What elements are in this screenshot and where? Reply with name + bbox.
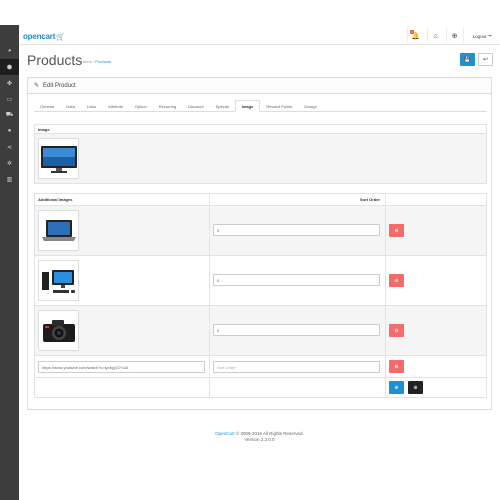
shopping-cart-icon[interactable]: ⛟ [0, 107, 19, 123]
sort-order-column: Sort Order [210, 194, 386, 205]
home-icon[interactable]: ⌂ [427, 27, 443, 45]
panel-heading: ✎ Edit Product [28, 78, 491, 94]
tab-attribute[interactable]: Attribute [102, 100, 129, 112]
main-image-row [34, 134, 487, 184]
top-header: ☰ opencart🛒 9🔔 ⌂ ⊕ Logout ⇥ [0, 0, 500, 45]
opencart-link[interactable]: OpenCart [215, 431, 235, 436]
table-row: 0 ⊖ [35, 306, 486, 356]
table-row: 0 ⊖ [35, 206, 486, 256]
additional-images-header: Additional Images Sort Order [35, 194, 486, 206]
laptop-image [41, 219, 76, 241]
bar-chart-icon[interactable]: ▥ [0, 171, 19, 187]
monitor-image [40, 145, 77, 173]
add-buttons-row: ⊕ ⊕ [35, 378, 486, 397]
video-sort-order-input[interactable]: Sort Order [213, 361, 380, 373]
video-url-input[interactable]: https://www.youtube.com/watch?v=lyoKjy0Z… [38, 361, 205, 373]
minus-circle-icon: ⊖ [394, 363, 399, 370]
logo-cart-icon: 🛒 [56, 34, 65, 41]
desktop-pc-image [41, 269, 75, 293]
tab-discount[interactable]: Discount [182, 100, 210, 112]
breadcrumb-separator: › [92, 59, 95, 64]
plus-circle-icon: ⊕ [394, 384, 399, 391]
reply-icon: ↩ [482, 57, 489, 63]
cog-icon[interactable]: ✲ [0, 155, 19, 171]
tab-design[interactable]: Design [298, 100, 322, 112]
dashboard-icon[interactable]: ◕ [0, 43, 19, 59]
tab-data[interactable]: Data [60, 100, 80, 112]
sort-order-input[interactable]: 0 [213, 274, 380, 286]
footer: OpenCart © 2009-2016 All Rights Reserved… [19, 431, 500, 443]
help-lifebuoy-icon[interactable]: ⊕ [446, 27, 462, 45]
remove-image-button[interactable]: ⊖ [389, 324, 404, 337]
camera-image [42, 319, 75, 342]
sidebar: ◕ ⬢ ✤ ▭ ⛟ ● ⋖ ✲ ▥ [0, 25, 19, 500]
tab-image[interactable]: Image [234, 100, 261, 112]
page-title: Products [27, 52, 83, 68]
opencart-logo[interactable]: opencart🛒 [23, 32, 65, 41]
sort-order-input[interactable]: 0 [213, 324, 380, 336]
additional-images-column: Additional Images [35, 194, 210, 205]
notifications-bell-icon[interactable]: 9 🔔 [407, 27, 423, 45]
sort-order-input[interactable]: 0 [213, 224, 380, 236]
minus-circle-icon: ⊖ [394, 227, 399, 234]
tab-special[interactable]: Special [210, 100, 235, 112]
logout-button[interactable]: Logout ⇥ [463, 27, 500, 45]
laptop-image-thumbnail[interactable] [38, 210, 79, 251]
copyright-text: © 2009-2016 All Rights Reserved. [235, 431, 304, 436]
pencil-icon: ✎ [34, 83, 40, 89]
minus-circle-icon: ⊖ [394, 327, 399, 334]
alert-count-badge: 9 [410, 30, 414, 34]
add-image-button[interactable]: ⊕ [389, 381, 404, 394]
puzzle-icon[interactable]: ✤ [0, 75, 19, 91]
save-icon: 💾 [464, 56, 471, 63]
product-tabs: General Data Links Attribute Option Recurring… [34, 100, 487, 112]
image-column-header: Image [34, 124, 487, 134]
tab-reward-points[interactable]: Reward Points [260, 100, 298, 112]
save-button[interactable]: 💾 [460, 53, 475, 66]
video-row: https://www.youtube.com/watch?v=lyoKjy0Z… [35, 356, 486, 378]
panel-heading-title: Edit Product [43, 82, 76, 89]
minus-circle-icon: ⊖ [394, 277, 399, 284]
desktop-image-thumbnail[interactable] [38, 260, 79, 301]
tab-option[interactable]: Option [129, 100, 153, 112]
tags-icon[interactable]: ⬢ [0, 59, 19, 75]
add-video-button[interactable]: ⊕ [408, 381, 423, 394]
desktop-icon[interactable]: ▭ [0, 91, 19, 107]
breadcrumb: Home › Products [81, 59, 111, 64]
share-icon[interactable]: ⋖ [0, 139, 19, 155]
additional-images-table: Additional Images Sort Order 0 ⊖ 0 ⊖ 0 ⊖… [34, 193, 487, 398]
remove-video-button[interactable]: ⊖ [389, 360, 404, 373]
logo-text: opencart [23, 32, 56, 41]
breadcrumb-products[interactable]: Products [95, 59, 111, 64]
tab-links[interactable]: Links [81, 100, 102, 112]
user-icon[interactable]: ● [0, 123, 19, 139]
main-image-table: Image [34, 124, 487, 184]
back-button[interactable]: ↩ [478, 53, 493, 66]
version-text: Version 2.2.0.0 [244, 437, 275, 442]
remove-image-button[interactable]: ⊖ [389, 224, 404, 237]
logout-label: Logout [472, 33, 487, 39]
main-image-thumbnail[interactable] [38, 138, 79, 179]
remove-image-button[interactable]: ⊖ [389, 274, 404, 287]
sign-out-icon: ⇥ [487, 33, 492, 38]
plus-circle-icon: ⊕ [413, 384, 418, 391]
breadcrumb-home[interactable]: Home [81, 59, 92, 64]
edit-product-panel: ✎ Edit Product General Data Links Attribute… [27, 77, 492, 410]
tab-general[interactable]: General [34, 100, 60, 112]
camera-image-thumbnail[interactable] [38, 310, 79, 351]
sidebar-menu: ◕ ⬢ ✤ ▭ ⛟ ● ⋖ ✲ ▥ [0, 43, 19, 187]
table-row: 0 ⊖ [35, 256, 486, 306]
tab-recurring[interactable]: Recurring [153, 100, 182, 112]
